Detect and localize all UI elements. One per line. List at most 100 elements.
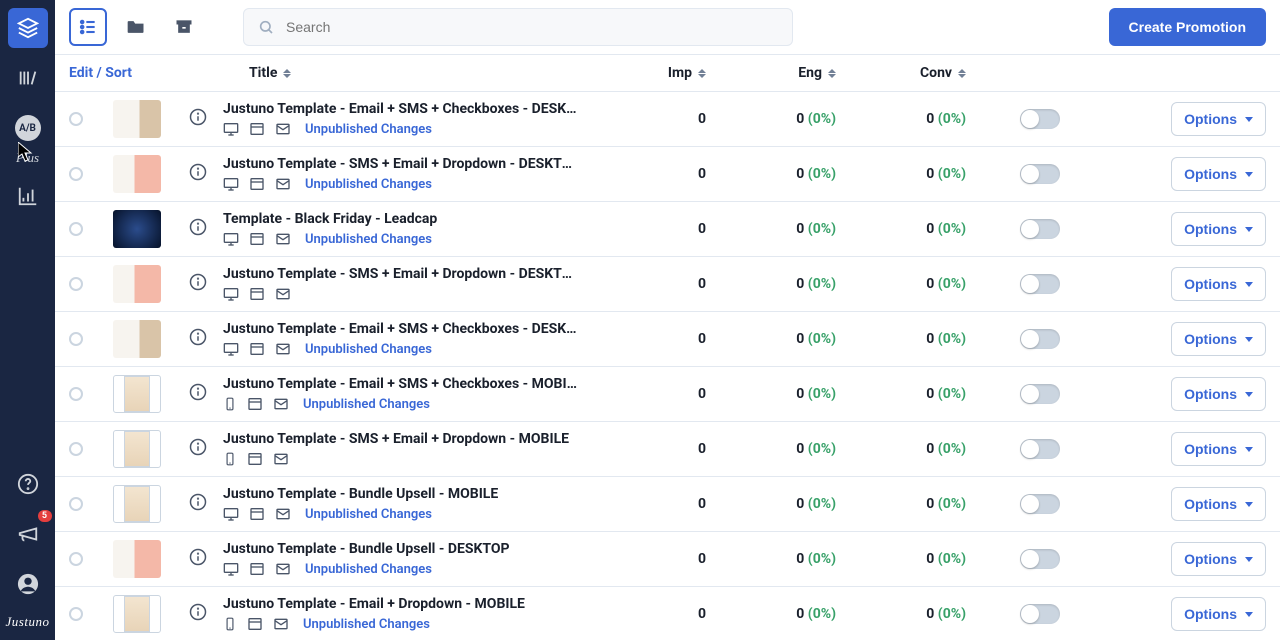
search-bar[interactable] bbox=[243, 8, 793, 46]
unpublished-link[interactable]: Unpublished Changes bbox=[305, 232, 432, 247]
promotion-thumbnail[interactable] bbox=[113, 210, 161, 248]
unpublished-link[interactable]: Unpublished Changes bbox=[305, 122, 432, 137]
options-button[interactable]: Options bbox=[1171, 212, 1266, 246]
imp-value: 0 bbox=[596, 331, 706, 347]
promotion-title[interactable]: Justuno Template - Email + SMS + Checkbo… bbox=[223, 321, 578, 337]
promotion-thumbnail[interactable] bbox=[113, 155, 161, 193]
create-promotion-button[interactable]: Create Promotion bbox=[1109, 8, 1266, 46]
options-button[interactable]: Options bbox=[1171, 322, 1266, 356]
col-eng[interactable]: Eng bbox=[706, 65, 836, 81]
eng-pct: (0%) bbox=[808, 386, 836, 402]
info-button[interactable] bbox=[189, 273, 209, 295]
options-button[interactable]: Options bbox=[1171, 542, 1266, 576]
view-list-button[interactable] bbox=[69, 8, 107, 46]
view-archive-button[interactable] bbox=[165, 8, 203, 46]
row-select-radio[interactable] bbox=[69, 112, 83, 126]
ab-icon: A/B bbox=[15, 115, 41, 141]
sidebar-account[interactable] bbox=[8, 564, 48, 604]
options-button[interactable]: Options bbox=[1171, 102, 1266, 136]
promotion-title[interactable]: Justuno Template - SMS + Email + Dropdow… bbox=[223, 266, 578, 282]
sidebar: A/B Plus 5 Justuno bbox=[0, 0, 55, 640]
promotion-thumbnail[interactable] bbox=[113, 100, 161, 138]
options-button[interactable]: Options bbox=[1171, 487, 1266, 521]
promotion-thumbnail[interactable] bbox=[113, 320, 161, 358]
unpublished-link[interactable]: Unpublished Changes bbox=[305, 507, 432, 522]
publish-toggle[interactable] bbox=[1020, 384, 1060, 404]
promotion-title[interactable]: Justuno Template - Email + SMS + Checkbo… bbox=[223, 376, 578, 392]
info-button[interactable] bbox=[189, 383, 209, 405]
info-button[interactable] bbox=[189, 548, 209, 570]
promotion-title[interactable]: Justuno Template - Email + SMS + Checkbo… bbox=[223, 101, 578, 117]
col-conv[interactable]: Conv bbox=[836, 65, 966, 81]
publish-toggle[interactable] bbox=[1020, 219, 1060, 239]
info-button[interactable] bbox=[189, 438, 209, 460]
row-select-radio[interactable] bbox=[69, 167, 83, 181]
publish-toggle[interactable] bbox=[1020, 329, 1060, 349]
promotion-thumbnail[interactable] bbox=[113, 375, 161, 413]
promotion-thumbnail[interactable] bbox=[113, 540, 161, 578]
unpublished-link[interactable]: Unpublished Changes bbox=[303, 397, 430, 412]
options-button[interactable]: Options bbox=[1171, 597, 1266, 631]
chevron-down-icon bbox=[1245, 172, 1253, 177]
publish-toggle[interactable] bbox=[1020, 439, 1060, 459]
info-button[interactable] bbox=[189, 163, 209, 185]
promotion-title[interactable]: Justuno Template - Bundle Upsell - DESKT… bbox=[223, 541, 578, 557]
publish-toggle[interactable] bbox=[1020, 549, 1060, 569]
edit-sort-link[interactable]: Edit / Sort bbox=[69, 65, 249, 81]
row-select-radio[interactable] bbox=[69, 552, 83, 566]
unpublished-link[interactable]: Unpublished Changes bbox=[305, 342, 432, 357]
view-folder-button[interactable] bbox=[117, 8, 155, 46]
publish-toggle[interactable] bbox=[1020, 164, 1060, 184]
unpublished-link[interactable]: Unpublished Changes bbox=[303, 617, 430, 632]
eng-pct: (0%) bbox=[808, 111, 836, 127]
promotion-thumbnail[interactable] bbox=[113, 265, 161, 303]
promotion-title[interactable]: Justuno Template - SMS + Email + Dropdow… bbox=[223, 156, 578, 172]
info-button[interactable] bbox=[189, 328, 209, 350]
unpublished-link[interactable]: Unpublished Changes bbox=[305, 177, 432, 192]
mail-icon bbox=[275, 286, 291, 302]
options-button[interactable]: Options bbox=[1171, 267, 1266, 301]
promotion-thumbnail[interactable] bbox=[113, 430, 161, 468]
info-button[interactable] bbox=[189, 603, 209, 625]
info-button[interactable] bbox=[189, 218, 209, 240]
search-input[interactable] bbox=[286, 19, 778, 35]
options-button[interactable]: Options bbox=[1171, 432, 1266, 466]
row-select-radio[interactable] bbox=[69, 332, 83, 346]
chevron-down-icon bbox=[1245, 502, 1253, 507]
promotion-title[interactable]: Justuno Template - Bundle Upsell - MOBIL… bbox=[223, 486, 578, 502]
promotion-thumbnail[interactable] bbox=[113, 485, 161, 523]
row-select-radio[interactable] bbox=[69, 607, 83, 621]
conv-pct: (0%) bbox=[938, 331, 966, 347]
row-select-radio[interactable] bbox=[69, 222, 83, 236]
sidebar-analytics[interactable] bbox=[8, 176, 48, 216]
row-select-radio[interactable] bbox=[69, 442, 83, 456]
publish-toggle[interactable] bbox=[1020, 274, 1060, 294]
row-select-radio[interactable] bbox=[69, 387, 83, 401]
promotion-thumbnail[interactable] bbox=[113, 595, 161, 633]
promotion-title[interactable]: Template - Black Friday - Leadcap bbox=[223, 211, 578, 227]
search-icon bbox=[258, 19, 274, 35]
chart-icon bbox=[17, 185, 39, 207]
row-select-radio[interactable] bbox=[69, 497, 83, 511]
row-select-radio[interactable] bbox=[69, 277, 83, 291]
sidebar-ab-test[interactable]: A/B bbox=[8, 108, 48, 148]
col-title[interactable]: Title bbox=[249, 65, 596, 81]
info-button[interactable] bbox=[189, 108, 209, 130]
promotion-title[interactable]: Justuno Template - SMS + Email + Dropdow… bbox=[223, 431, 578, 447]
promotion-title[interactable]: Justuno Template - Email + Dropdown - MO… bbox=[223, 596, 578, 612]
info-button[interactable] bbox=[189, 493, 209, 515]
sidebar-dashboard[interactable] bbox=[8, 8, 48, 48]
publish-toggle[interactable] bbox=[1020, 604, 1060, 624]
unpublished-link[interactable]: Unpublished Changes bbox=[305, 562, 432, 577]
col-imp[interactable]: Imp bbox=[596, 65, 706, 81]
options-button[interactable]: Options bbox=[1171, 157, 1266, 191]
mail-icon bbox=[275, 231, 291, 247]
sidebar-help[interactable] bbox=[8, 464, 48, 504]
sidebar-notifications[interactable]: 5 bbox=[8, 514, 48, 554]
publish-toggle[interactable] bbox=[1020, 494, 1060, 514]
publish-toggle[interactable] bbox=[1020, 109, 1060, 129]
options-button[interactable]: Options bbox=[1171, 377, 1266, 411]
device-icon bbox=[223, 121, 239, 137]
sidebar-library[interactable] bbox=[8, 58, 48, 98]
conv-value: 0 (0%) bbox=[836, 551, 966, 567]
